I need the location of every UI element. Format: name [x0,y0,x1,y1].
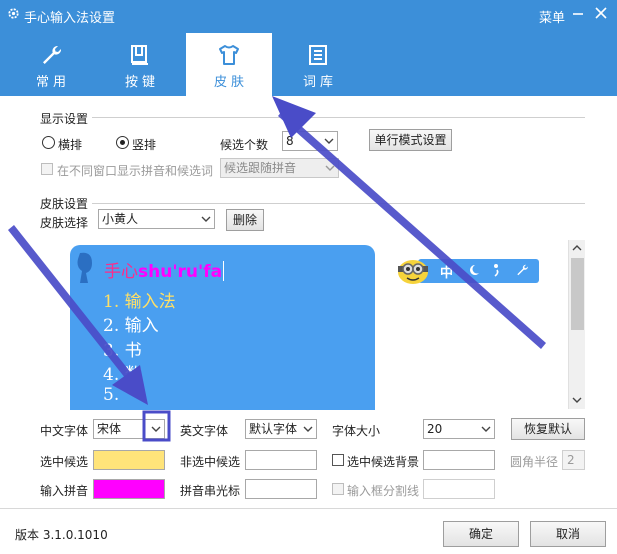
window-title: 手心输入法设置 [24,11,116,26]
skin-preview: 手心shu'ru'fa 1. 输入法 2. 输入 3. 书 4. 数 5. [70,245,375,410]
status-chinese-mode: 中 [440,266,454,281]
chevron-down-icon [201,216,211,222]
dictionary-icon [309,45,327,65]
selected-candidate-color-swatch[interactable] [93,450,165,470]
pinyin-cursor-label: 拼音串光标 [180,484,241,498]
minimize-icon[interactable] [571,6,585,20]
delete-skin-button[interactable]: 删除 [226,209,264,231]
chevron-down-icon [325,165,335,171]
candidate-count-select[interactable]: 8 [282,131,338,151]
wrench-icon [517,264,528,276]
split-window-checkbox[interactable] [41,163,53,175]
preview-scrollbar[interactable] [568,240,585,409]
input-pinyin-label: 输入拼音 [40,484,89,498]
skin-select[interactable]: 小黄人 [98,209,215,229]
selected-bg-checkbox[interactable] [332,454,344,466]
tshirt-icon [219,45,239,65]
unselected-candidate-color-swatch[interactable] [245,450,317,470]
preview-candidate: 2. 输入 [103,316,159,336]
scroll-thumb[interactable] [571,258,584,330]
gear-icon [8,8,19,19]
skin-mascot-icon [77,252,92,283]
footer-divider [0,508,617,509]
font-size-select[interactable]: 20 [423,419,495,439]
section-divider [40,117,585,118]
chevron-up-icon[interactable] [572,244,582,252]
preview-candidate: 4. 数 [103,365,142,385]
chinese-font-label: 中文字体 [40,424,89,438]
menu-button[interactable]: 菜单 [539,7,565,26]
input-box-divider-label: 输入框分割线 [347,484,420,498]
unselected-candidate-label: 非选中候选 [180,455,241,469]
ok-button[interactable]: 确定 [443,521,519,547]
selected-bg-color-swatch[interactable] [423,450,495,470]
input-pinyin-color-swatch[interactable] [93,479,165,499]
candidate-count-label: 候选个数 [220,138,269,152]
chevron-down-icon[interactable] [572,396,582,404]
section-divider [40,203,585,204]
english-font-label: 英文字体 [180,424,229,438]
chevron-down-icon [324,138,334,144]
horizontal-label: 横排 [58,138,83,152]
selected-bg-label: 选中候选背景 [347,455,420,469]
english-font-select[interactable]: 默认字体 [245,419,317,439]
single-line-mode-button[interactable]: 单行模式设置 [369,129,452,151]
restore-default-button[interactable]: 恢复默认 [511,418,585,440]
input-box-divider-checkbox[interactable] [332,483,344,495]
chinese-font-select[interactable]: 宋体 [93,419,165,439]
input-box-divider-color-swatch[interactable] [423,479,495,499]
tab-common[interactable]: 常用 [8,33,94,96]
tab-dictionary[interactable]: 词库 [275,33,361,96]
font-size-label: 字体大小 [332,424,381,438]
chevron-down-icon [303,426,313,432]
display-section-title: 显示设置 [40,110,93,127]
vertical-radio[interactable] [116,136,129,149]
corner-radius-input[interactable]: 2 [562,450,585,470]
wrench-icon [43,45,62,64]
skin-section-title: 皮肤设置 [40,195,93,212]
status-bar-preview: 中 [396,257,539,284]
title-bar: 手心输入法设置 菜单 常用 按键 皮肤 词库 [0,0,617,96]
vertical-label: 竖排 [132,138,157,152]
key-icon [131,45,148,65]
preview-input-prefix: 手心 [104,262,138,282]
skin-select-label: 皮肤选择 [40,216,89,230]
preview-candidate: 5. [103,385,120,405]
tab-skin[interactable]: 皮肤 [186,33,272,96]
chevron-down-icon [481,426,491,432]
selected-candidate-label: 选中候选 [40,455,89,469]
cancel-button[interactable]: 取消 [530,521,606,547]
horizontal-radio[interactable] [42,136,55,149]
minion-icon [398,260,428,284]
corner-radius-label: 圆角半径 [510,455,559,469]
close-icon[interactable] [594,6,608,20]
pinyin-cursor-color-swatch[interactable] [245,479,317,499]
moon-icon [470,265,479,275]
preview-candidate: 1. 输入法 [103,292,176,312]
split-window-label: 在不同窗口显示拼音和候选词 [57,164,214,178]
preview-candidate: 3. 书 [103,341,142,361]
preview-input-line: 手心shu'ru'fa [104,257,225,282]
preview-pinyin: shu'ru'fa [138,262,223,282]
version-label: 版本 3.1.0.1010 [15,528,108,542]
tab-keys[interactable]: 按键 [97,33,183,96]
chevron-down-icon [151,426,161,432]
follow-pinyin-select[interactable]: 候选跟随拼音 [220,158,339,178]
punctuation-icon [494,264,499,277]
